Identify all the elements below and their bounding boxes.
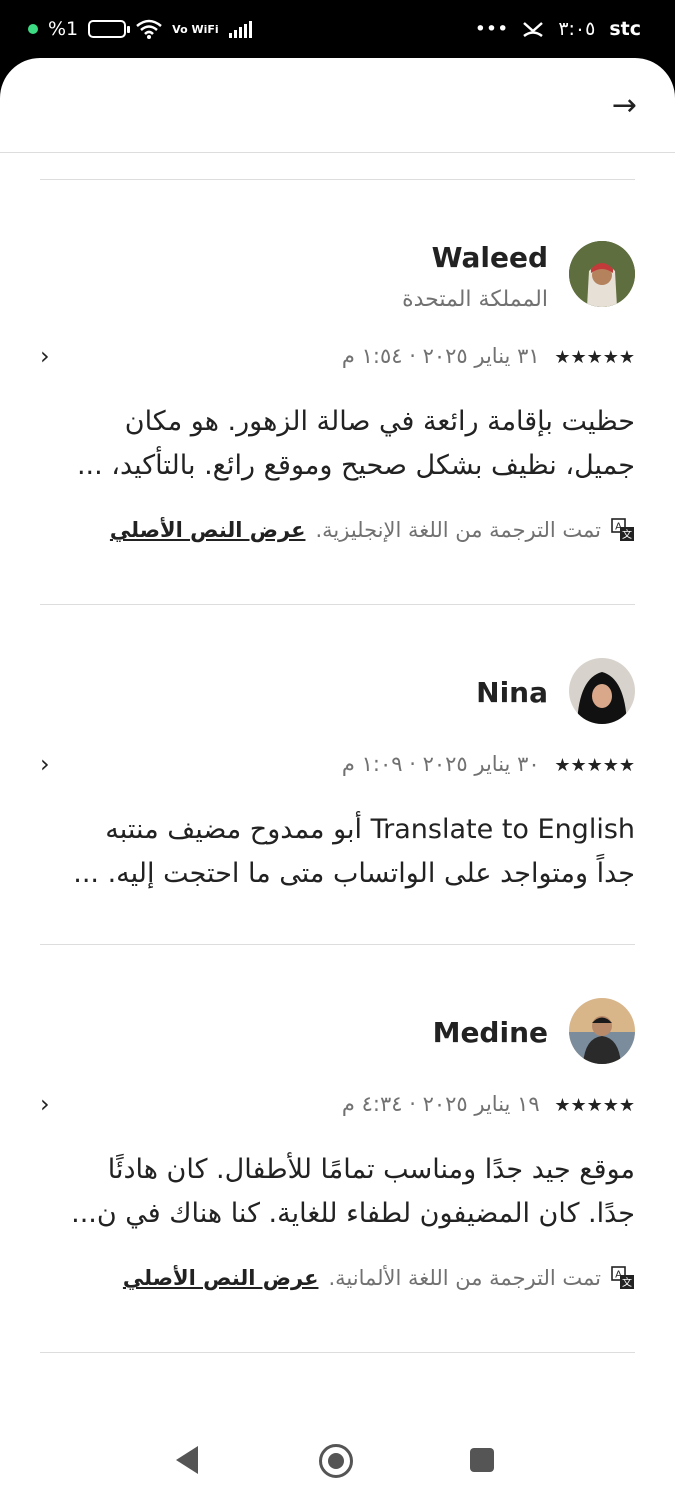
review-meta: ★★★★★ ٣١ يناير ٢٠٢٥ · ١:٥٤ م: [342, 344, 635, 368]
divider: [40, 1352, 635, 1353]
nav-back-icon[interactable]: [176, 1446, 198, 1474]
review-text-line: جميل، نظيف بشكل صحيح وموقع رائع. بالتأكي…: [76, 450, 635, 481]
translate-icon: A 文: [611, 518, 634, 541]
avatar-photo: [569, 998, 635, 1064]
system-nav-bar: [0, 1408, 675, 1500]
show-original-link[interactable]: عرض النص الأصلي: [123, 1266, 319, 1290]
chevron-left-icon[interactable]: ‹: [40, 1090, 50, 1118]
review-body: حظيت بإقامة رائعة في صالة الزهور. هو مكا…: [40, 400, 635, 488]
reviewer-name: Waleed: [431, 241, 548, 274]
rating-stars: ★★★★★: [554, 347, 635, 368]
battery-icon: [88, 20, 131, 38]
avatar[interactable]: [569, 998, 635, 1064]
status-bar: %1 Vo WiFi ••• ٣:٠٥ stc: [0, 0, 675, 62]
translate-icon: A 文: [611, 1266, 634, 1289]
clock: ٣:٠٥: [558, 18, 596, 40]
avatar[interactable]: [569, 658, 635, 724]
review-text-line: جداً ومتواجد على الواتساب متى ما احتجت إ…: [73, 858, 635, 889]
review-text-line: جدًا. كان المضيفون لطفاء للغاية. كنا هنا…: [71, 1198, 635, 1229]
reviews-sheet: → Waleed المملكة المتحدة ★★★★★ ٣١ يناير …: [0, 58, 675, 1408]
review-body: موقع جيد جدًا ومناسب تمامًا للأطفال. كان…: [40, 1148, 635, 1236]
review-date: ٣٠ يناير ٢٠٢٥ · ١:٠٩ م: [341, 752, 540, 776]
divider: [40, 604, 635, 605]
avatar[interactable]: [569, 241, 635, 307]
more-dots-icon: •••: [474, 18, 509, 40]
divider: [40, 179, 635, 180]
back-arrow-icon[interactable]: →: [612, 88, 637, 123]
avatar-photo: [569, 658, 635, 724]
translation-note: A 文 تمت الترجمة من اللغة الألمانية. عرض …: [123, 1266, 635, 1290]
signal-icon: [228, 20, 252, 38]
chevron-left-icon[interactable]: ‹: [40, 750, 50, 778]
translated-from-text: تمت الترجمة من اللغة الألمانية.: [328, 1266, 601, 1290]
review-date: ٣١ يناير ٢٠٢٥ · ١:٥٤ م: [341, 344, 540, 368]
reviewer-name: Nina: [476, 676, 548, 709]
rating-stars: ★★★★★: [554, 755, 635, 776]
divider: [40, 944, 635, 945]
status-right: ••• ٣:٠٥ stc: [475, 18, 641, 40]
review-body: Translate to English أبو ممدوح مضيف منتب…: [40, 808, 635, 896]
rating-stars: ★★★★★: [554, 1095, 635, 1116]
review-text-line: موقع جيد جدًا ومناسب تمامًا للأطفال. كان…: [107, 1154, 635, 1185]
call-forward-icon: [523, 22, 544, 38]
battery-percent: %1: [48, 18, 79, 40]
review-text-line: حظيت بإقامة رائعة في صالة الزهور. هو مكا…: [124, 406, 635, 437]
review-meta: ★★★★★ ١٩ يناير ٢٠٢٥ · ٤:٣٤ م: [342, 1092, 635, 1116]
status-left: %1 Vo WiFi: [28, 18, 252, 40]
nav-home-icon[interactable]: [319, 1444, 353, 1478]
notification-dot-icon: [28, 24, 38, 34]
svg-text:文: 文: [622, 1276, 632, 1289]
show-original-link[interactable]: عرض النص الأصلي: [110, 518, 306, 542]
carrier: stc: [609, 18, 641, 40]
review-date: ١٩ يناير ٢٠٢٥ · ٤:٣٤ م: [341, 1092, 540, 1116]
review-meta: ★★★★★ ٣٠ يناير ٢٠٢٥ · ١:٠٩ م: [342, 752, 635, 776]
sheet-header: →: [0, 58, 675, 153]
avatar-photo: [569, 241, 635, 307]
wifi-icon: [136, 19, 162, 39]
translation-note: A 文 تمت الترجمة من اللغة الإنجليزية. عرض…: [110, 518, 635, 542]
chevron-left-icon[interactable]: ‹: [40, 342, 50, 370]
nav-recents-icon[interactable]: [470, 1448, 494, 1472]
svg-text:文: 文: [622, 528, 632, 541]
vowifi-label: Vo WiFi: [172, 22, 219, 36]
reviewer-location: المملكة المتحدة: [402, 287, 548, 312]
reviewer-name: Medine: [432, 1016, 548, 1049]
translated-from-text: تمت الترجمة من اللغة الإنجليزية.: [315, 518, 601, 542]
review-text-line: Translate to English أبو ممدوح مضيف منتب…: [105, 814, 635, 845]
